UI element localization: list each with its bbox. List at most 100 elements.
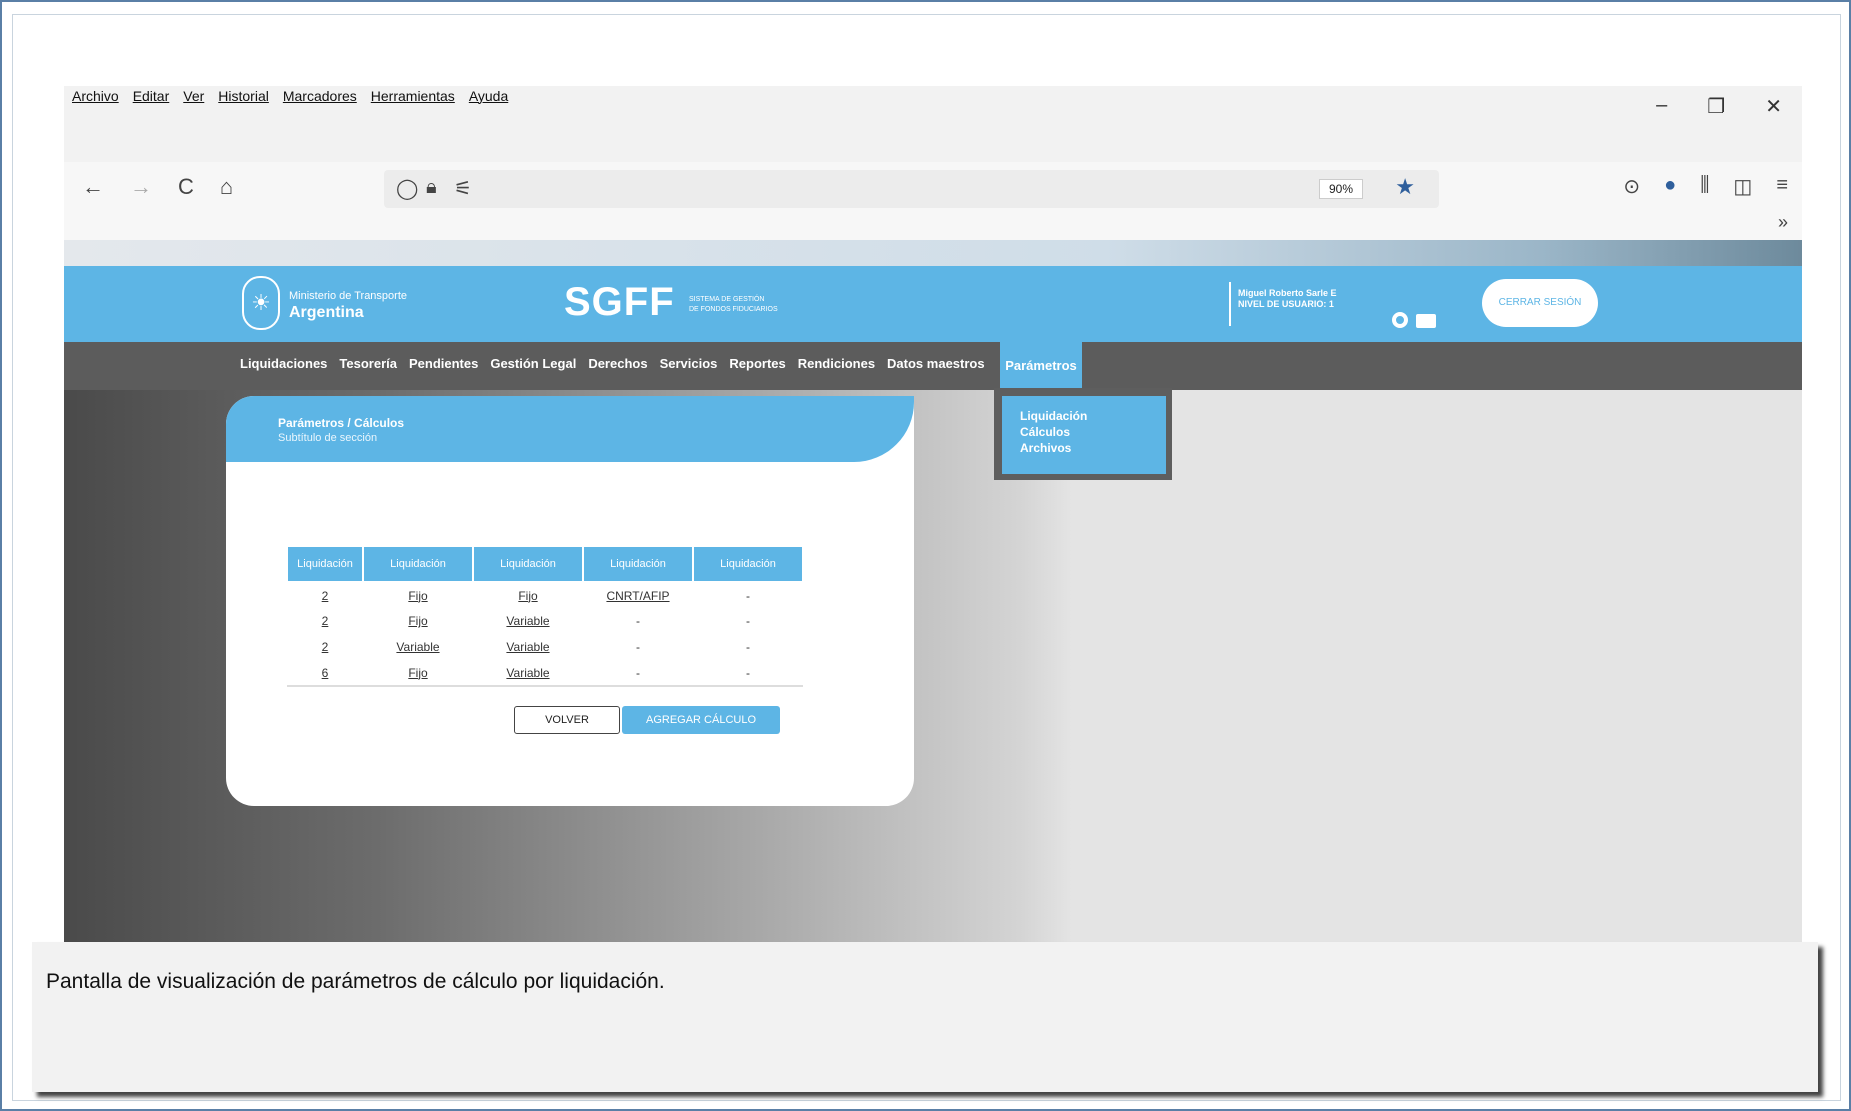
permissions-icon[interactable]: ⚟: [454, 176, 472, 201]
menu-archivo[interactable]: Archivo: [72, 88, 119, 104]
nav-tesoreria[interactable]: Tesorería: [339, 356, 397, 371]
overflow-chevron-icon[interactable]: »: [1778, 212, 1788, 233]
column-header: Liquidación: [362, 545, 474, 583]
agregar-calculo-button[interactable]: AGREGAR CÁLCULO: [622, 706, 780, 734]
hamburger-menu-icon[interactable]: ≡: [1776, 174, 1788, 199]
minimize-icon[interactable]: –: [1656, 94, 1667, 119]
calculos-card: Parámetros / Cálculos Subtítulo de secci…: [226, 396, 914, 806]
cell-link[interactable]: 2: [322, 589, 329, 603]
table-row: 2 Variable Variable - -: [287, 634, 803, 660]
cell-link[interactable]: 6: [322, 666, 329, 680]
user-divider: [1229, 282, 1231, 326]
restore-icon[interactable]: ❐: [1707, 94, 1725, 119]
bookmark-star-icon[interactable]: ★: [1395, 174, 1415, 200]
dropdown-item-archivos[interactable]: Archivos: [1002, 440, 1166, 456]
caption-box: Pantalla de visualización de parámetros …: [32, 942, 1818, 1092]
cell-link[interactable]: 2: [322, 614, 329, 628]
menu-herramientas[interactable]: Herramientas: [371, 88, 455, 104]
column-header: Liquidación: [286, 545, 364, 583]
cell-link[interactable]: Fijo: [408, 614, 427, 628]
dropdown-item-liquidacion[interactable]: Liquidación: [1002, 408, 1166, 424]
page-title: Parámetros / Cálculos: [278, 416, 405, 430]
menu-editar[interactable]: Editar: [133, 88, 170, 104]
table-row: 2 Fijo Fijo CNRT/AFIP -: [287, 582, 803, 608]
logout-button[interactable]: CERRAR SESIÓN: [1482, 279, 1598, 327]
nav-items: Liquidaciones Tesorería Pendientes Gesti…: [240, 356, 985, 371]
nav-reportes[interactable]: Reportes: [729, 356, 785, 371]
app-subtitle-line2: DE FONDOS FIDUCIARIOS: [689, 306, 778, 313]
cell-link[interactable]: CNRT/AFIP: [606, 589, 669, 603]
cell-link[interactable]: 2: [322, 640, 329, 654]
nav-buttons: ← → C ⌂: [82, 174, 233, 200]
cell-link[interactable]: Variable: [506, 640, 549, 654]
volver-button[interactable]: VOLVER: [514, 706, 620, 734]
document-frame: Archivo Editar Ver Historial Marcadores …: [0, 0, 1851, 1111]
caption-text: Pantalla de visualización de parámetros …: [46, 970, 665, 993]
cell-value: -: [693, 582, 803, 608]
cell-link[interactable]: Variable: [506, 666, 549, 680]
reload-icon[interactable]: C: [178, 174, 194, 200]
card-header: Parámetros / Cálculos Subtítulo de secci…: [226, 396, 914, 462]
column-header: Liquidación: [472, 545, 584, 583]
app-name: SGFF: [564, 280, 675, 324]
dropdown-panel: Liquidación Cálculos Archivos: [1002, 396, 1166, 474]
pocket-icon[interactable]: ⊙: [1623, 174, 1640, 199]
menu-marcadores[interactable]: Marcadores: [283, 88, 357, 104]
library-icon[interactable]: ⫼: [1700, 174, 1709, 199]
menu-historial[interactable]: Historial: [218, 88, 269, 104]
column-header: Liquidación: [692, 545, 804, 583]
mail-icon[interactable]: [1416, 314, 1436, 328]
cell-value: -: [693, 660, 803, 687]
column-header: Liquidación: [582, 545, 694, 583]
close-icon[interactable]: ✕: [1765, 94, 1782, 119]
menu-ver[interactable]: Ver: [183, 88, 204, 104]
lock-icon[interactable]: 🔒︎: [426, 176, 437, 199]
account-icon[interactable]: ●: [1664, 174, 1676, 199]
toolbar-icons: ⊙ ● ⫼ ◫ ≡: [1623, 174, 1788, 199]
settings-gear-icon[interactable]: [1392, 312, 1408, 328]
cell-value: -: [693, 608, 803, 634]
user-name: Miguel Roberto Sarle E: [1238, 288, 1337, 298]
menu-list: Archivo Editar Ver Historial Marcadores …: [72, 88, 508, 104]
site-header: ☀ Ministerio de Transporte Argentina SGF…: [64, 266, 1802, 342]
dropdown-item-calculos[interactable]: Cálculos: [1002, 424, 1166, 440]
cell-link[interactable]: Fijo: [408, 666, 427, 680]
ministry-country: Argentina: [289, 304, 364, 321]
url-bar[interactable]: ◯ 🔒︎ ⚟ 90% ★: [384, 170, 1439, 208]
nav-rendiciones[interactable]: Rendiciones: [798, 356, 875, 371]
nav-servicios[interactable]: Servicios: [660, 356, 718, 371]
home-icon[interactable]: ⌂: [220, 174, 233, 200]
nav-liquidaciones[interactable]: Liquidaciones: [240, 356, 327, 371]
nav-pendientes[interactable]: Pendientes: [409, 356, 478, 371]
table-row: 6 Fijo Variable - -: [287, 660, 803, 687]
sidebar-icon[interactable]: ◫: [1733, 174, 1752, 199]
background-strip: [64, 240, 1802, 266]
page-subtitle: Subtítulo de sección: [278, 432, 378, 444]
nav-datos-maestros[interactable]: Datos maestros: [887, 356, 985, 371]
web-page: ☀ Ministerio de Transporte Argentina SGF…: [64, 240, 1802, 942]
ministry-logo-icon: ☀: [242, 276, 280, 330]
cell-value: -: [693, 634, 803, 660]
ministry-name: Ministerio de Transporte: [289, 290, 407, 302]
cell-value: -: [583, 660, 693, 687]
parametros-dropdown: Liquidación Cálculos Archivos: [994, 388, 1172, 480]
browser-navbar: ← → C ⌂ ◯ 🔒︎ ⚟ 90% ★ ⊙ ● ⫼ ◫ ≡ »: [64, 162, 1802, 240]
browser-menubar: Archivo Editar Ver Historial Marcadores …: [64, 86, 1802, 162]
cell-link[interactable]: Variable: [396, 640, 439, 654]
main-navigation: Liquidaciones Tesorería Pendientes Gesti…: [64, 342, 1802, 390]
nav-derechos[interactable]: Derechos: [588, 356, 647, 371]
back-icon[interactable]: ←: [82, 174, 104, 200]
cell-link[interactable]: Fijo: [408, 589, 427, 603]
user-level: NIVEL DE USUARIO: 1: [1238, 299, 1334, 309]
forward-icon[interactable]: →: [130, 174, 152, 200]
cell-link[interactable]: Fijo: [518, 589, 537, 603]
window-controls: – ❐ ✕: [1656, 94, 1782, 119]
nav-parametros[interactable]: Parámetros: [1000, 342, 1082, 390]
menu-ayuda[interactable]: Ayuda: [469, 88, 508, 104]
nav-gestion-legal[interactable]: Gestión Legal: [490, 356, 576, 371]
cell-value: -: [583, 634, 693, 660]
zoom-level[interactable]: 90%: [1319, 179, 1363, 199]
table-row: 2 Fijo Variable - -: [287, 608, 803, 634]
cell-link[interactable]: Variable: [506, 614, 549, 628]
shield-icon[interactable]: ◯: [396, 176, 418, 201]
